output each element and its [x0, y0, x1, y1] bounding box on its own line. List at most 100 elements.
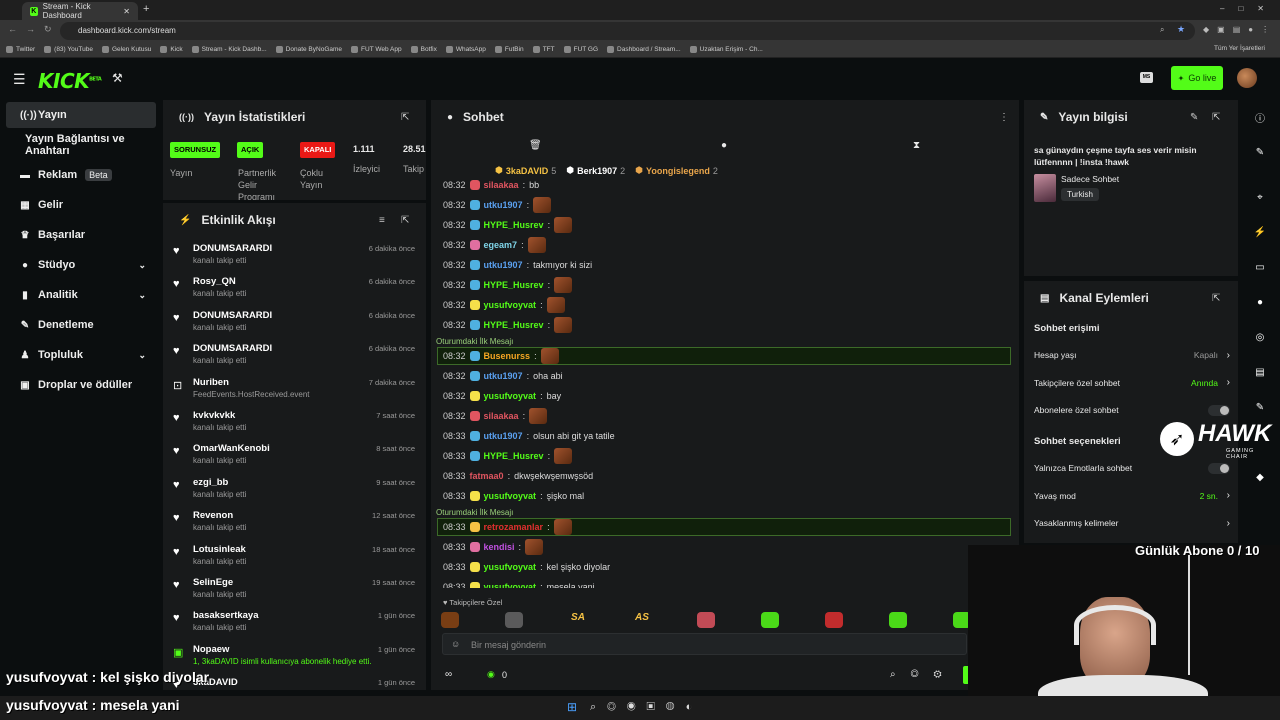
document-icon[interactable]: ▭ — [1248, 255, 1272, 279]
sidebar-item-7[interactable]: ✎ Denetleme — [6, 312, 156, 338]
browser-tab[interactable]: K Stream - Kick Dashboard ✕ — [22, 2, 138, 20]
chat-username[interactable]: silaakaa — [484, 180, 519, 190]
chat-username[interactable]: silaakaa — [484, 411, 519, 421]
chat-username[interactable]: kendisi — [484, 542, 515, 552]
bookmark-item[interactable]: WhatsApp — [445, 46, 486, 53]
top-gifter[interactable]: ⬢ Yoongislegend 2 — [635, 165, 718, 176]
nav-buttons-icon[interactable]: ←→↻ — [8, 24, 61, 35]
chat-message[interactable]: 08:32 utku1907: takmıyor ki sizi — [443, 256, 592, 274]
expand-icon[interactable]: ⇱ — [401, 112, 409, 123]
all-bookmarks[interactable]: Tüm Yer İşaretleri — [1214, 45, 1265, 52]
bookmark-item[interactable]: TFT — [532, 46, 555, 53]
feed-username[interactable]: Nopaew — [193, 644, 229, 655]
feed-username[interactable]: DONUMSARARDI — [193, 310, 272, 321]
url-input[interactable]: dashboard.kick.com/stream — [60, 22, 1195, 40]
channel-action-row[interactable]: Abonelere özel sohbet — [1034, 403, 1230, 417]
feed-username[interactable]: ezgi_bb — [193, 477, 228, 488]
expand-icon[interactable]: ⇱ — [1212, 293, 1220, 304]
sidebar-item-1[interactable]: Yayın Bağlantısı ve Anahtarı — [6, 132, 156, 158]
go-live-button[interactable]: ✦ Go live — [1171, 66, 1223, 90]
feed-username[interactable]: Revenon — [193, 510, 233, 521]
focus-icon[interactable]: ⌖ — [1248, 185, 1272, 209]
chat-message[interactable]: 08:32 yusufvoyvat: bay — [443, 387, 561, 405]
bookmark-item[interactable]: FUT Web App — [351, 46, 402, 53]
chat-username[interactable]: retrozamanlar — [484, 522, 544, 532]
trash-icon[interactable]: 🗑 — [529, 140, 542, 151]
chat-message[interactable]: 08:32 utku1907: oha abi — [443, 367, 563, 385]
chat-message[interactable]: 08:33 utku1907: olsun abi git ya tatile — [443, 427, 615, 445]
bookmark-item[interactable]: FutBin — [494, 46, 524, 53]
toggle-switch[interactable] — [1208, 462, 1230, 474]
emote-icon[interactable] — [761, 612, 779, 628]
feed-username[interactable]: Nuriben — [193, 377, 229, 388]
chat-username[interactable]: egeam7 — [484, 240, 518, 250]
chat-username[interactable]: yusufvoyvat — [484, 582, 537, 588]
feed-username[interactable]: DONUMSARARDI — [193, 243, 272, 254]
chat-username[interactable]: yusufvoyvat — [484, 391, 537, 401]
bookmark-item[interactable]: Donate ByNoGame — [275, 46, 342, 53]
feed-username[interactable]: Lotusinleak — [193, 544, 246, 555]
feed-username[interactable]: kvkvkvkk — [193, 410, 235, 421]
diamond-icon[interactable]: ◆ — [1248, 465, 1272, 489]
chat-username[interactable]: HYPE_Husrev — [484, 220, 544, 230]
pencil-icon[interactable]: ✎ — [1248, 140, 1272, 164]
user-avatar[interactable] — [1237, 68, 1257, 88]
bookmark-item[interactable]: Botfix — [410, 46, 437, 53]
chat-mode-icon[interactable]: ● — [721, 140, 727, 151]
bookmark-item[interactable]: Dashboard / Stream... — [607, 46, 681, 53]
chat-message[interactable]: 08:33 HYPE_Husrev: — [443, 447, 573, 465]
toggle-switch[interactable] — [1208, 404, 1230, 416]
emote-icon[interactable]: SA — [569, 612, 587, 628]
chat-username[interactable]: utku1907 — [484, 371, 523, 381]
emote-icon[interactable] — [505, 612, 523, 628]
edit-icon[interactable]: ✎ — [1190, 112, 1198, 123]
chat-username[interactable]: Busenurss — [484, 351, 531, 361]
sidebar-item-4[interactable]: ♛ Başarılar — [6, 222, 156, 248]
sidebar-item-8[interactable]: ♟ Topluluk ⌄ — [6, 342, 156, 368]
chat-message[interactable]: 08:32 silaakaa: — [443, 407, 548, 425]
bookmark-item[interactable]: Gelen Kutusu — [101, 46, 151, 53]
zoom-icon[interactable]: ⌕ — [1160, 25, 1164, 35]
chat-username[interactable]: fatmaa0 — [470, 471, 504, 481]
chat-message[interactable]: 08:32 utku1907: — [443, 196, 552, 214]
bookmark-item[interactable]: FUT GG — [563, 46, 598, 53]
channel-action-row[interactable]: Hesap yaşı Kapalı › — [1034, 348, 1230, 362]
feed-username[interactable]: OmarWanKenobi — [193, 443, 270, 454]
channel-action-row[interactable]: Yasaklanmış kelimeler › — [1034, 516, 1230, 530]
chat-input[interactable]: ☺ Bir mesaj gönderin — [442, 633, 967, 655]
emote-icon[interactable] — [697, 612, 715, 628]
chat-username[interactable]: utku1907 — [484, 431, 523, 441]
chat-message[interactable]: 08:32 Busenurss: — [437, 347, 1011, 365]
feed-username[interactable]: SelinEge — [193, 577, 233, 588]
chat-message[interactable]: 08:33 yusufvoyvat: şişko mal — [443, 487, 584, 505]
chat-message[interactable]: 08:33 yusufvoyvat: mesela yani — [443, 578, 595, 588]
lightning-icon[interactable]: ⚡ — [1248, 220, 1272, 244]
emote-icon[interactable] — [825, 612, 843, 628]
feed-username[interactable]: DONUMSARARDI — [193, 343, 272, 354]
kick-logo[interactable]: KICKBETA — [38, 69, 102, 93]
hamburger-menu-icon[interactable]: ☰ — [13, 71, 26, 88]
taskbar-apps-icon[interactable]: ⌕◎◉▣◍◐ — [590, 701, 703, 714]
chat-message[interactable]: 08:32 yusufvoyvat: — [443, 296, 565, 314]
chat-username[interactable]: HYPE_Husrev — [484, 320, 544, 330]
emote-icon[interactable] — [441, 612, 459, 628]
chat-message[interactable]: 08:33 fatmaa0: dkwşekwşemwşsöd — [443, 467, 593, 485]
mod-view-icon[interactable]: MS — [1140, 72, 1153, 83]
sidebar-item-2[interactable]: ▬ Reklam Beta — [6, 162, 156, 188]
extensions-icon[interactable]: ◆▣▤●⋮ — [1203, 25, 1277, 34]
category-name[interactable]: Sadece Sohbet — [1061, 174, 1119, 184]
sidebar-item-9[interactable]: ▣ Droplar ve ödüller — [6, 372, 156, 398]
chat-icon[interactable]: ● — [1248, 290, 1272, 314]
chat-tools-icon[interactable]: ⌕◎⚙ — [890, 669, 957, 680]
filter-icon[interactable]: ≡ — [379, 215, 385, 226]
channel-action-row[interactable]: Yavaş mod 2 sn. › — [1034, 489, 1230, 503]
chat-message[interactable]: 08:32 HYPE_Husrev: — [443, 216, 573, 234]
emote-icon[interactable]: AS — [633, 612, 651, 628]
chat-message[interactable]: 08:33 yusufvoyvat: kel şişko diyolar — [443, 558, 610, 576]
sidebar-item-5[interactable]: ● Stüdyo ⌄ — [6, 252, 156, 278]
broadcast-icon[interactable]: ◎ — [1248, 325, 1272, 349]
hourglass-icon[interactable]: ⧗ — [913, 140, 920, 151]
chat-message[interactable]: 08:32 HYPE_Husrev: — [443, 276, 573, 294]
new-tab-icon[interactable]: + — [143, 3, 149, 15]
more-options-icon[interactable]: ⋮ — [999, 112, 1009, 123]
